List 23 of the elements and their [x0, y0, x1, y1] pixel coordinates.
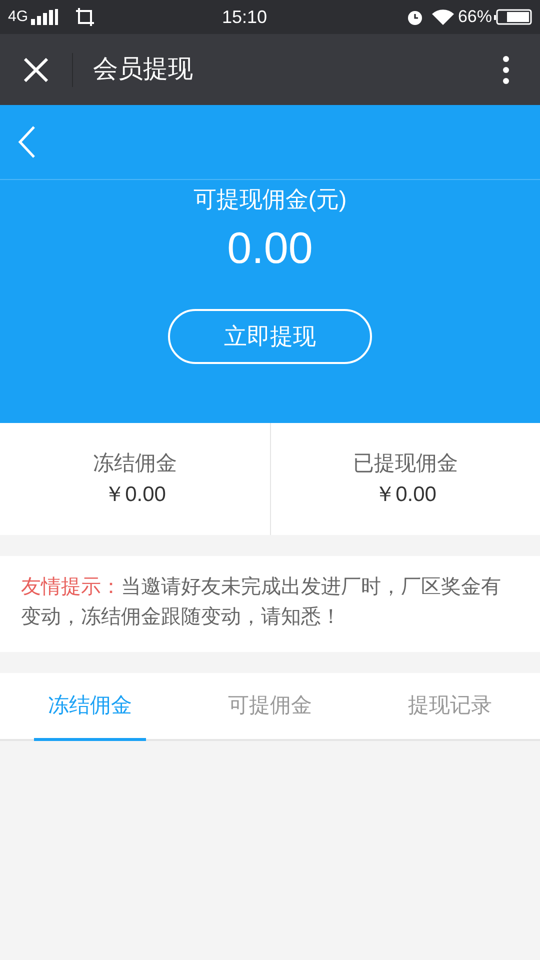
summary-amount: ￥0.00: [374, 482, 436, 508]
summary-label: 冻结佣金: [93, 450, 177, 476]
summary-label: 已提现佣金: [353, 450, 458, 476]
more-icon[interactable]: [502, 54, 510, 84]
signal-icon: [31, 9, 60, 25]
summary-amount: ￥0.00: [104, 482, 166, 508]
close-icon[interactable]: [24, 58, 48, 82]
screenshot-icon: [75, 7, 96, 27]
wifi-icon: [432, 9, 454, 25]
window-title: 会员提现: [93, 54, 193, 85]
withdraw-button[interactable]: 立即提现: [168, 308, 372, 364]
alarm-icon: [406, 8, 424, 26]
battery-percent: 66%: [458, 6, 492, 28]
notice-text: 友情提示：当邀请好友未完成出发进厂时，厂区奖金有变动，冻结佣金跟随变动，请知悉！: [21, 575, 502, 630]
tab[interactable]: 可提佣金: [214, 673, 326, 741]
back-icon[interactable]: [18, 126, 36, 158]
tab[interactable]: 冻结佣金: [34, 673, 146, 741]
clock-time: 15:10: [222, 6, 268, 28]
battery-icon: [494, 9, 532, 25]
network-label: 4G: [8, 6, 28, 27]
balance-label: 可提现佣金(元): [193, 185, 347, 214]
balance-amount: 0.00: [227, 226, 313, 270]
tab[interactable]: 提现记录: [394, 673, 506, 741]
